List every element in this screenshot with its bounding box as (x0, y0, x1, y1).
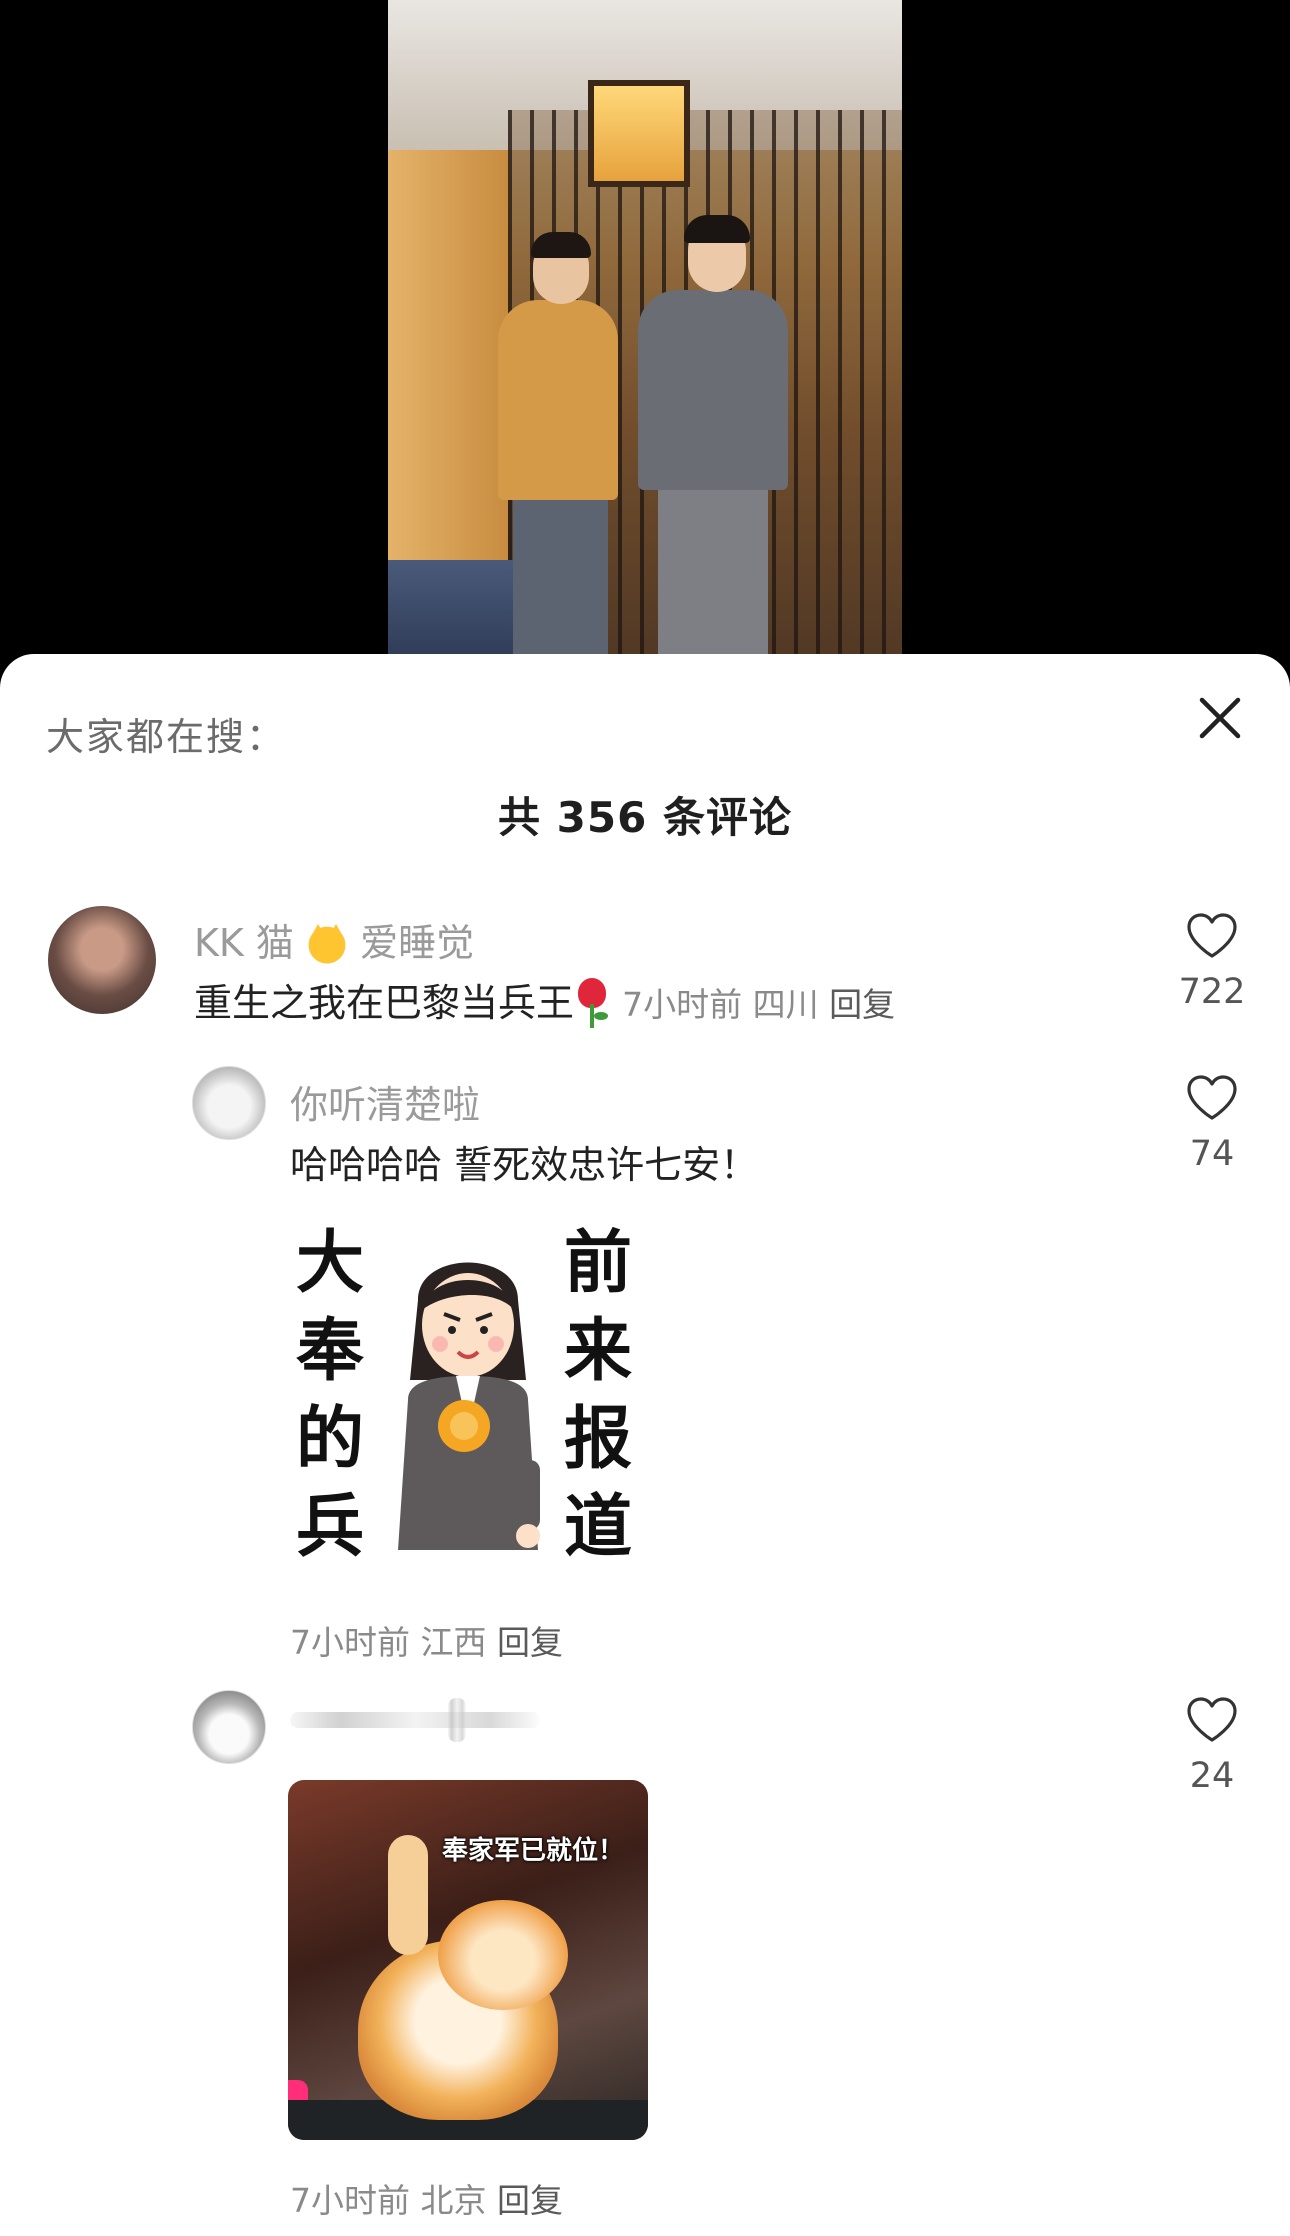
reply-username[interactable]: 你听清楚啦 (290, 1074, 480, 1129)
like-count: 74 (1189, 1134, 1235, 1174)
video-frame-image (388, 0, 902, 660)
like-count: 722 (1178, 972, 1246, 1012)
avatar[interactable] (48, 906, 156, 1014)
reply-meta: 7小时前 江西 回复 (290, 1616, 563, 1664)
reply-text: 哈哈哈哈 誓死效忠许七安！ (290, 1143, 759, 1187)
avatar[interactable] (192, 1066, 266, 1140)
sticker-char: 前 (563, 1224, 632, 1303)
sticker-char: 道 (563, 1488, 632, 1567)
sticker-char: 兵 (295, 1488, 364, 1567)
sticker-char: 奉 (295, 1312, 364, 1391)
reply-button[interactable]: 回复 (497, 2181, 563, 2220)
like-button[interactable]: 722 (1152, 912, 1272, 1012)
cat-emoji-icon (306, 922, 349, 964)
avatar[interactable] (192, 1690, 266, 1764)
rose-emoji-icon (574, 978, 610, 1028)
search-suggestion-label: 大家都在搜： (46, 715, 287, 759)
like-count: 24 (1189, 1756, 1235, 1796)
sticker-char: 的 (295, 1400, 364, 1479)
reply-button[interactable]: 回复 (497, 1623, 563, 1662)
reply-meta: 7小时前 北京 回复 (290, 2174, 563, 2222)
comment-time: 7小时前 (622, 985, 743, 1024)
sticker-caption: 奉家军已就位！ (441, 1836, 624, 1866)
sticker-char: 报 (563, 1400, 632, 1479)
like-button[interactable]: 24 (1152, 1696, 1272, 1796)
video-player[interactable] (0, 0, 1290, 700)
username-suffix: 爱睡觉 (360, 921, 475, 965)
comment-username[interactable]: KK 猫 爱睡觉 (194, 912, 474, 967)
reply-time: 7小时前 (290, 1623, 410, 1662)
close-button[interactable] (1192, 690, 1248, 746)
like-button[interactable]: 74 (1152, 1074, 1272, 1174)
reply-item: 24 7小时前 北京 回复 (0, 654, 1290, 2220)
sticker-left-text: 大 奉 的 兵 (290, 1220, 370, 1572)
saluting-person-illustration (398, 1262, 540, 1550)
reply-sticker-image[interactable]: 奉家军已就位！ (288, 1780, 648, 2140)
sticker-char: 来 (563, 1312, 632, 1391)
redacted-username (290, 1712, 540, 1728)
sticker-char: 大 (295, 1224, 364, 1303)
reply-time: 7小时前 (290, 2181, 410, 2220)
sticker-right-text: 前 来 报 道 (558, 1220, 638, 1572)
heart-outline-icon (1187, 913, 1237, 958)
reply-sticker-image[interactable]: 大 奉 的 兵 前 来 报 道 (290, 1220, 650, 1580)
comment-meta: 7小时前 四川 回复 (622, 985, 895, 1024)
heart-outline-icon (1187, 1075, 1237, 1120)
close-icon (1199, 697, 1241, 739)
comment-location: 四川 (752, 985, 819, 1024)
comment-count-title: 共 356 条评论 (498, 793, 792, 842)
comment-text: 重生之我在巴黎当兵王 (194, 981, 575, 1025)
reply-location: 江西 (420, 1623, 487, 1662)
heart-outline-icon (1187, 1697, 1237, 1742)
reply-location: 北京 (420, 2181, 487, 2220)
username-prefix: KK 猫 (194, 921, 294, 965)
reply-button[interactable]: 回复 (829, 985, 895, 1024)
redacted-username (448, 1698, 466, 1742)
comment-body: 重生之我在巴黎当兵王 7小时前 四川 回复 (194, 972, 895, 1028)
